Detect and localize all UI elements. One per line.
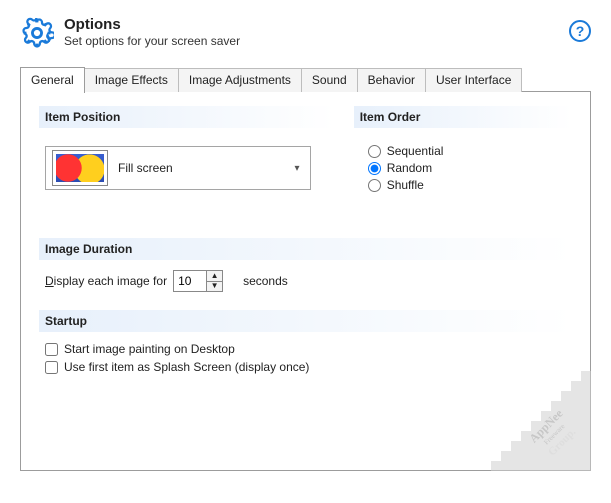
order-shuffle-label: Shuffle [387, 178, 424, 192]
help-button[interactable]: ? [569, 20, 591, 42]
chevron-down-icon: ▾ [288, 163, 306, 174]
tab-general[interactable]: General [20, 67, 85, 93]
startup-paint-desktop-label: Start image painting on Desktop [64, 342, 235, 356]
order-sequential-radio[interactable] [368, 145, 381, 158]
gear-icon [20, 16, 54, 50]
section-image-duration: Image Duration [39, 238, 572, 260]
section-item-order: Item Order [354, 106, 572, 128]
duration-input[interactable] [174, 271, 206, 291]
order-sequential-label: Sequential [387, 144, 444, 158]
page-subtitle: Set options for your screen saver [64, 34, 240, 48]
startup-splash-screen[interactable]: Use first item as Splash Screen (display… [45, 360, 572, 374]
tab-behavior[interactable]: Behavior [357, 68, 426, 92]
order-sequential[interactable]: Sequential [368, 144, 572, 158]
duration-label: Display each image for [45, 274, 167, 288]
section-item-position: Item Position [39, 106, 334, 128]
svg-text:Freeware: Freeware [542, 422, 566, 446]
tab-strip: General Image Effects Image Adjustments … [20, 66, 591, 92]
item-position-select[interactable]: Fill screen ▾ [45, 146, 311, 190]
tab-image-effects[interactable]: Image Effects [84, 68, 179, 92]
tab-user-interface[interactable]: User Interface [425, 68, 522, 92]
startup-paint-desktop-checkbox[interactable] [45, 343, 58, 356]
order-shuffle-radio[interactable] [368, 179, 381, 192]
duration-suffix: seconds [243, 274, 288, 288]
tab-panel: Item Position Fill screen ▾ Item Order S… [20, 91, 591, 471]
item-position-dropdown[interactable]: Fill screen [114, 147, 288, 189]
tab-image-adjustments[interactable]: Image Adjustments [178, 68, 302, 92]
tab-sound[interactable]: Sound [301, 68, 358, 92]
order-random-label: Random [387, 161, 432, 175]
startup-splash-screen-checkbox[interactable] [45, 361, 58, 374]
order-random-radio[interactable] [368, 162, 381, 175]
position-thumbnail-icon [52, 150, 108, 186]
order-shuffle[interactable]: Shuffle [368, 178, 572, 192]
section-startup: Startup [39, 310, 572, 332]
spin-down-icon[interactable]: ▼ [207, 282, 222, 292]
startup-splash-screen-label: Use first item as Splash Screen (display… [64, 360, 309, 374]
startup-paint-desktop[interactable]: Start image painting on Desktop [45, 342, 572, 356]
page-title: Options [64, 16, 240, 33]
duration-spinner[interactable]: ▲ ▼ [173, 270, 223, 292]
header: Options Set options for your screen save… [20, 16, 591, 50]
svg-text:Group.: Group. [546, 426, 579, 459]
spin-up-icon[interactable]: ▲ [207, 271, 222, 282]
svg-text:AppNee: AppNee [526, 406, 566, 446]
order-random[interactable]: Random [368, 161, 572, 175]
